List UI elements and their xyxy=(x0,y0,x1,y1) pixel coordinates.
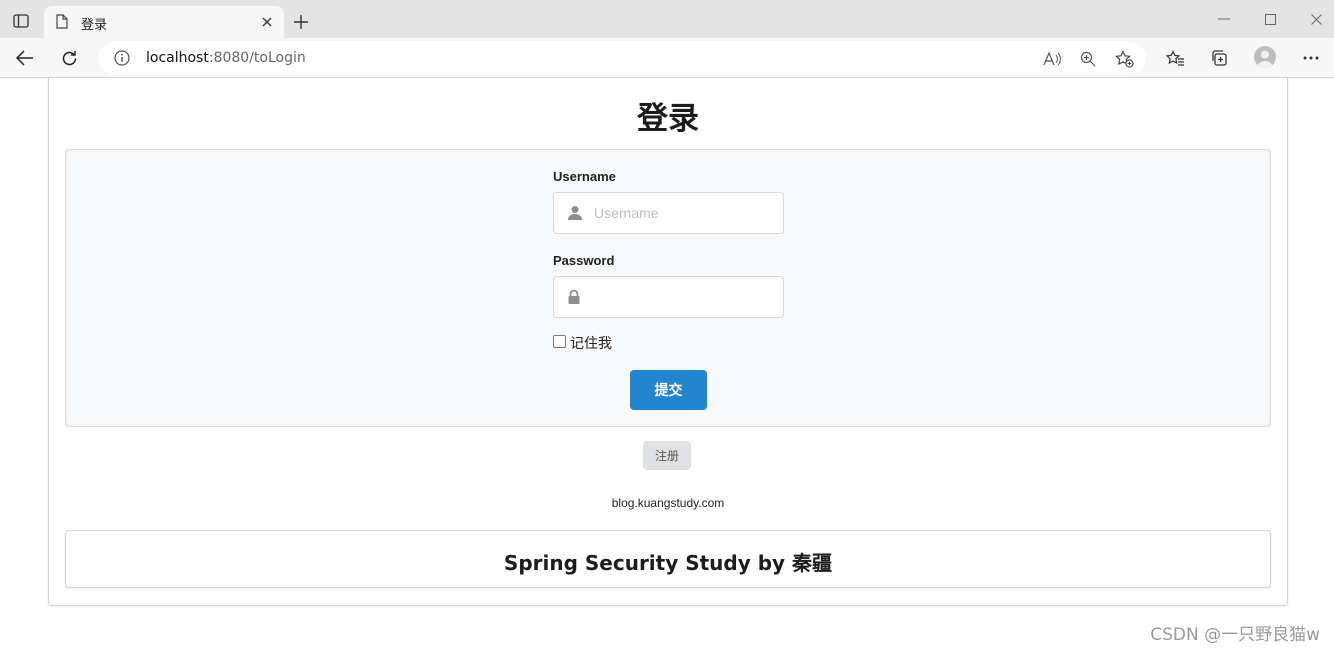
zoom-icon[interactable] xyxy=(1078,49,1098,69)
footer-text: Spring Security Study by 秦疆 xyxy=(503,551,833,575)
login-card: 登录 Username Password 记住我 提交 注册 blog.kuan… xyxy=(48,78,1288,606)
remember-label: 记住我 xyxy=(570,336,612,352)
read-aloud-icon[interactable] xyxy=(1042,49,1062,69)
password-label: Password xyxy=(553,253,615,268)
watermark: CSDN @一只野良猫w xyxy=(1150,625,1320,645)
minimize-icon[interactable] xyxy=(1212,8,1236,30)
password-input[interactable] xyxy=(594,277,779,317)
add-favorite-icon[interactable] xyxy=(1114,49,1134,69)
profile-avatar-icon[interactable] xyxy=(1254,46,1276,68)
user-icon xyxy=(567,205,583,226)
register-button[interactable]: 注册 xyxy=(643,441,691,470)
window-close-icon[interactable] xyxy=(1304,8,1328,30)
remember-me[interactable]: 记住我 xyxy=(553,333,612,353)
password-field[interactable] xyxy=(553,276,784,318)
browser-tab[interactable]: 登录 xyxy=(44,6,284,38)
more-options-icon[interactable] xyxy=(1298,45,1324,71)
tab-title: 登录 xyxy=(81,18,108,33)
remember-checkbox[interactable] xyxy=(553,335,566,348)
tab-strip: 登录 xyxy=(0,0,1334,38)
tab-actions-icon[interactable] xyxy=(8,9,34,33)
page-title: 登录 xyxy=(637,101,699,137)
info-icon[interactable] xyxy=(114,50,130,71)
address-bar[interactable]: localhost:8080/toLogin xyxy=(98,42,1146,74)
favorites-icon[interactable] xyxy=(1162,45,1188,71)
username-label: Username xyxy=(553,169,616,184)
refresh-icon[interactable] xyxy=(56,45,82,71)
site-link: blog.kuangstudy.com xyxy=(611,496,725,510)
maximize-icon[interactable] xyxy=(1258,8,1282,30)
submit-button[interactable]: 提交 xyxy=(630,370,707,410)
page-icon xyxy=(56,14,68,34)
url-text[interactable]: localhost:8080/toLogin xyxy=(146,50,306,66)
browser-toolbar: localhost:8080/toLogin xyxy=(0,38,1334,78)
close-icon[interactable] xyxy=(258,13,276,31)
footer: Spring Security Study by 秦疆 xyxy=(65,530,1271,588)
new-tab-icon[interactable] xyxy=(290,11,312,33)
lock-icon xyxy=(567,289,581,310)
username-input[interactable] xyxy=(594,193,779,233)
collections-icon[interactable] xyxy=(1206,45,1232,71)
back-icon[interactable] xyxy=(12,45,38,71)
username-field[interactable] xyxy=(553,192,784,234)
login-form: Username Password 记住我 提交 xyxy=(65,149,1271,427)
